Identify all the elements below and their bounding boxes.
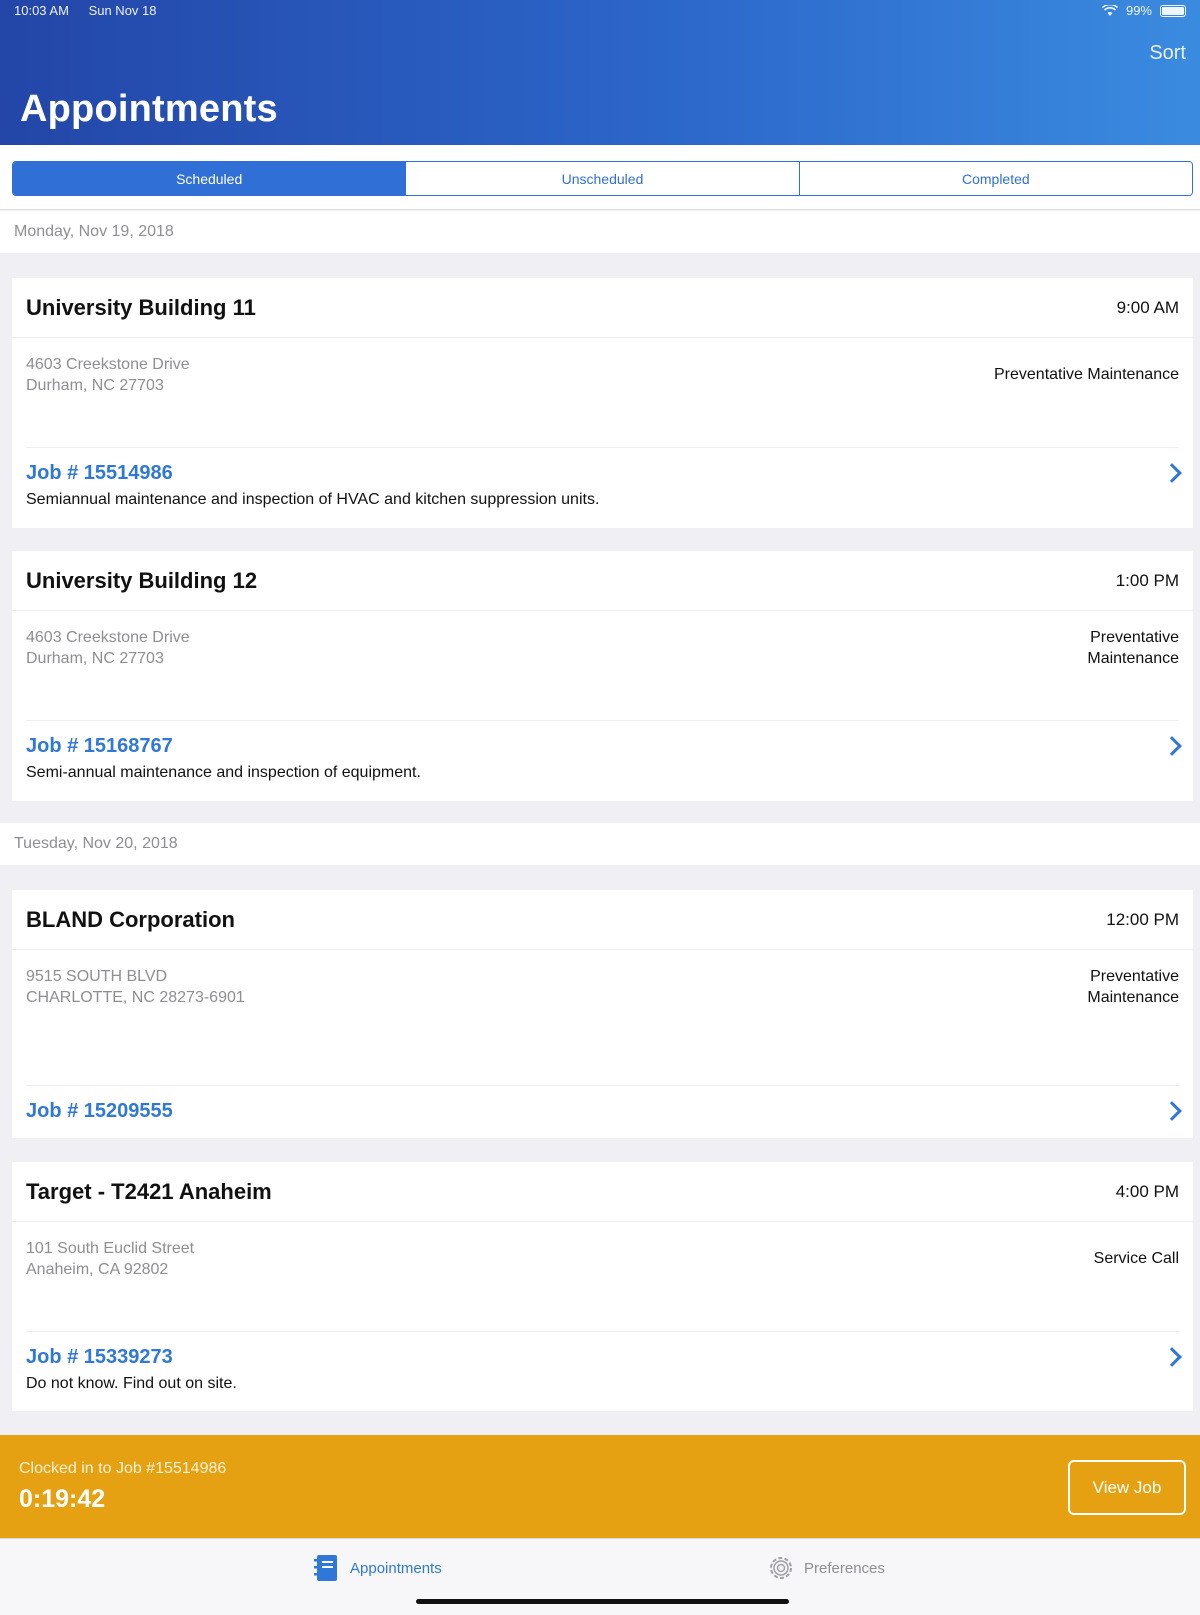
appointment-time: 4:00 PM <box>1115 1181 1179 1201</box>
job-row[interactable]: Job # 15514986 Semiannual maintenance an… <box>26 447 1182 509</box>
page-title: Appointments <box>20 88 278 130</box>
segmented-control: Scheduled Unscheduled Completed <box>12 161 1193 196</box>
job-type-line-2: Maintenance <box>1087 989 1179 1006</box>
battery-icon <box>1160 4 1186 17</box>
sort-button[interactable]: Sort <box>1149 42 1186 65</box>
clock-in-banner: Clocked in to Job #15514986 0:19:42 View… <box>0 1435 1200 1538</box>
segment-unscheduled[interactable]: Unscheduled <box>406 162 800 195</box>
status-bar-left: 10:03 AM Sun Nov 18 <box>14 3 173 18</box>
job-description: Semi-annual maintenance and inspection o… <box>26 764 421 781</box>
date-header: Tuesday, Nov 20, 2018 <box>0 823 1200 865</box>
appointment-name: Target - T2421 Anaheim <box>26 1178 272 1204</box>
job-type-line-1: Preventative Maintenance <box>994 366 1179 383</box>
job-description: Semiannual maintenance and inspection of… <box>26 491 600 508</box>
job-type-line-2: Maintenance <box>1087 650 1179 667</box>
card-body: 9515 SOUTH BLVD CHARLOTTE, NC 28273-6901… <box>12 950 1193 1008</box>
card-body: 101 South Euclid Street Anaheim, CA 9280… <box>12 1222 1193 1280</box>
battery-percent: 99% <box>1125 3 1152 18</box>
notebook-icon <box>314 1555 337 1581</box>
job-type: Preventative Maintenance <box>1087 627 1179 669</box>
address-line-2: Durham, NC 27703 <box>26 650 164 667</box>
job-row[interactable]: Job # 15339273 Do not know. Find out on … <box>26 1331 1182 1393</box>
home-indicator <box>416 1599 789 1604</box>
job-number-link[interactable]: Job # 15209555 <box>26 1100 1179 1123</box>
job-description: Do not know. Find out on site. <box>26 1375 237 1392</box>
job-row[interactable]: Job # 15209555 <box>26 1085 1182 1123</box>
job-type: Service Call <box>1094 1248 1179 1269</box>
address-line-1: 4603 Creekstone Drive <box>26 629 190 646</box>
appointment-name: University Building 11 <box>26 294 256 320</box>
card-body: 4603 Creekstone Drive Durham, NC 27703 P… <box>12 338 1193 396</box>
status-bar-right: 99% <box>1101 3 1186 18</box>
appointment-time: 12:00 PM <box>1106 909 1179 929</box>
tab-appointments-label: Appointments <box>350 1559 442 1577</box>
job-type: Preventative Maintenance <box>1087 966 1179 1008</box>
address-line-1: 101 South Euclid Street <box>26 1240 195 1257</box>
status-date: Sun Nov 18 <box>88 3 157 18</box>
appointment-card[interactable]: University Building 12 1:00 PM 4603 Cree… <box>12 551 1193 801</box>
status-time: 10:03 AM <box>14 3 69 18</box>
elapsed-timer: 0:19:42 <box>19 1485 106 1513</box>
job-number-link[interactable]: Job # 15339273 <box>26 1346 1179 1369</box>
card-header: University Building 12 1:00 PM <box>12 551 1193 611</box>
segment-bar: Scheduled Unscheduled Completed <box>0 145 1200 210</box>
card-header: Target - T2421 Anaheim 4:00 PM <box>12 1162 1193 1222</box>
job-type: Preventative Maintenance <box>994 364 1179 385</box>
nav-header: 10:03 AM Sun Nov 18 99% Sort Appointment… <box>0 0 1200 145</box>
segment-completed[interactable]: Completed <box>799 162 1192 195</box>
appointment-time: 1:00 PM <box>1115 570 1179 590</box>
card-body: 4603 Creekstone Drive Durham, NC 27703 P… <box>12 611 1193 669</box>
tab-preferences-label: Preferences <box>804 1559 885 1577</box>
gear-icon <box>770 1557 792 1579</box>
appointment-card[interactable]: University Building 11 9:00 AM 4603 Cree… <box>12 278 1193 528</box>
job-type-line-1: Preventative <box>1090 629 1179 646</box>
job-row[interactable]: Job # 15168767 Semi-annual maintenance a… <box>26 720 1182 782</box>
card-header: BLAND Corporation 12:00 PM <box>12 890 1193 950</box>
address-line-2: Anaheim, CA 92802 <box>26 1261 169 1278</box>
appointment-name: University Building 12 <box>26 567 258 593</box>
date-header: Monday, Nov 19, 2018 <box>0 211 1200 253</box>
job-type-line-1: Preventative <box>1090 968 1179 985</box>
job-type-line-1: Service Call <box>1093 1250 1179 1267</box>
tab-preferences[interactable]: Preferences <box>766 1553 885 1583</box>
appointment-card[interactable]: BLAND Corporation 12:00 PM 9515 SOUTH BL… <box>12 890 1193 1138</box>
clocked-in-label: Clocked in to Job #15514986 <box>19 1460 227 1477</box>
wifi-icon <box>1101 4 1118 16</box>
tab-bar: Appointments Preferences <box>0 1538 1200 1615</box>
appointment-card[interactable]: Target - T2421 Anaheim 4:00 PM 101 South… <box>12 1162 1193 1411</box>
view-job-button[interactable]: View Job <box>1068 1460 1186 1515</box>
appointment-time: 9:00 AM <box>1116 297 1179 317</box>
tab-appointments[interactable]: Appointments <box>312 1553 442 1583</box>
segment-scheduled[interactable]: Scheduled <box>13 162 407 195</box>
appointment-name: BLAND Corporation <box>26 906 235 932</box>
job-number-link[interactable]: Job # 15168767 <box>26 735 1179 758</box>
address-line-2: CHARLOTTE, NC 28273-6901 <box>26 989 245 1006</box>
card-header: University Building 11 9:00 AM <box>12 278 1193 338</box>
job-number-link[interactable]: Job # 15514986 <box>26 462 1179 485</box>
address-line-1: 9515 SOUTH BLVD <box>26 968 168 985</box>
